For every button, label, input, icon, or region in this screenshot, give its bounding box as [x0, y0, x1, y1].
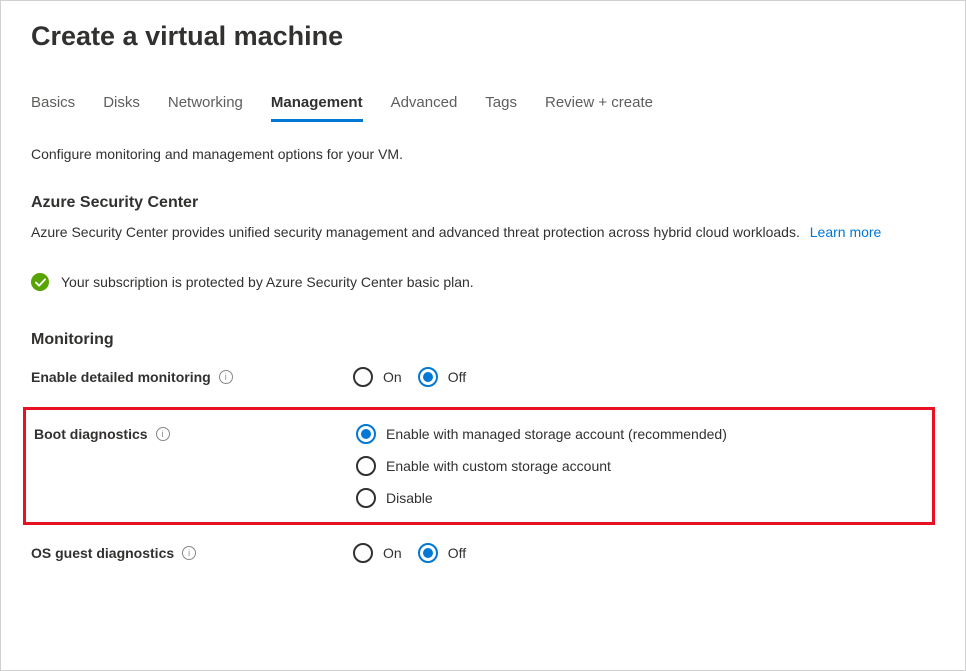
security-center-text: Azure Security Center provides unified s…	[31, 222, 935, 243]
radio-label: On	[383, 369, 402, 385]
boot-diagnostics-highlight: Boot diagnostics i Enable with managed s…	[23, 407, 935, 525]
security-center-title: Azure Security Center	[31, 194, 935, 212]
learn-more-link[interactable]: Learn more	[810, 222, 882, 243]
tab-review-create[interactable]: Review + create	[545, 94, 653, 122]
radio-icon	[356, 488, 376, 508]
radio-label: Off	[448, 545, 466, 561]
security-status-text: Your subscription is protected by Azure …	[61, 274, 474, 290]
boot-diag-custom-radio[interactable]: Enable with custom storage account	[356, 456, 727, 476]
tab-networking[interactable]: Networking	[168, 94, 243, 122]
detailed-monitoring-off-radio[interactable]: Off	[418, 367, 466, 387]
os-guest-diagnostics-radio-group: On Off	[353, 543, 466, 563]
detailed-monitoring-radio-group: On Off	[353, 367, 466, 387]
radio-icon	[353, 367, 373, 387]
radio-label: Enable with custom storage account	[386, 458, 611, 474]
radio-icon	[418, 367, 438, 387]
tab-tags[interactable]: Tags	[485, 94, 517, 122]
tab-bar: Basics Disks Networking Management Advan…	[31, 94, 935, 122]
page-title: Create a virtual machine	[31, 21, 935, 52]
info-icon[interactable]: i	[219, 370, 233, 384]
radio-label: Enable with managed storage account (rec…	[386, 426, 727, 442]
radio-icon	[353, 543, 373, 563]
monitoring-title: Monitoring	[31, 331, 935, 349]
boot-diagnostics-label: Boot diagnostics	[34, 426, 148, 442]
radio-label: Off	[448, 369, 466, 385]
boot-diag-managed-radio[interactable]: Enable with managed storage account (rec…	[356, 424, 727, 444]
radio-icon	[356, 456, 376, 476]
security-center-body: Azure Security Center provides unified s…	[31, 224, 800, 240]
security-status-row: Your subscription is protected by Azure …	[31, 273, 935, 291]
radio-icon	[418, 543, 438, 563]
info-icon[interactable]: i	[182, 546, 196, 560]
tab-basics[interactable]: Basics	[31, 94, 75, 122]
tab-advanced[interactable]: Advanced	[391, 94, 458, 122]
tab-disks[interactable]: Disks	[103, 94, 140, 122]
os-guest-diagnostics-label: OS guest diagnostics	[31, 545, 174, 561]
detailed-monitoring-label: Enable detailed monitoring	[31, 369, 211, 385]
tab-description: Configure monitoring and management opti…	[31, 146, 935, 162]
os-guest-on-radio[interactable]: On	[353, 543, 402, 563]
check-circle-icon	[31, 273, 49, 291]
os-guest-off-radio[interactable]: Off	[418, 543, 466, 563]
radio-label: On	[383, 545, 402, 561]
boot-diag-disable-radio[interactable]: Disable	[356, 488, 727, 508]
radio-icon	[356, 424, 376, 444]
tab-management[interactable]: Management	[271, 94, 363, 122]
info-icon[interactable]: i	[156, 427, 170, 441]
detailed-monitoring-on-radio[interactable]: On	[353, 367, 402, 387]
radio-label: Disable	[386, 490, 433, 506]
boot-diagnostics-radio-group: Enable with managed storage account (rec…	[356, 424, 727, 508]
